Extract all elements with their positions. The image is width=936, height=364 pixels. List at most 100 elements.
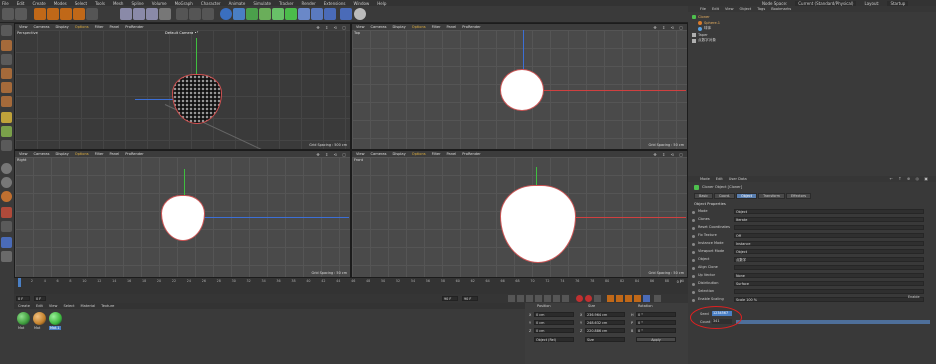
menu-select[interactable]: Select [75, 1, 87, 6]
position-z-field[interactable]: 0 cm [534, 328, 574, 333]
menu-tracker[interactable]: Tracker [279, 1, 293, 6]
environment-icon[interactable] [298, 8, 310, 20]
menu-extensions[interactable]: Extensions [324, 1, 346, 6]
menu-edit[interactable]: Edit [17, 1, 25, 6]
tab-basic[interactable]: Basic [694, 193, 713, 199]
position-y-field[interactable]: 0 cm [534, 320, 574, 325]
cube-icon[interactable] [220, 8, 232, 20]
material-menu-material[interactable]: Material [81, 304, 96, 308]
menu-simulate[interactable]: Simulate [253, 1, 271, 6]
key-param-icon[interactable] [634, 295, 641, 302]
record-icon[interactable] [576, 295, 583, 302]
point-mode-icon[interactable] [1, 68, 12, 79]
material-menu-create[interactable]: Create [18, 304, 30, 308]
vp-menu-display[interactable]: Display [56, 152, 69, 156]
timeline-playhead[interactable] [18, 278, 21, 287]
vp-menu-cameras[interactable]: Cameras [371, 152, 387, 156]
attr-row-value[interactable]: Off [734, 233, 924, 238]
vp-menu-cameras[interactable]: Cameras [34, 25, 50, 29]
vp-menu-view[interactable]: View [19, 152, 28, 156]
vp-menu-cameras[interactable]: Cameras [371, 25, 387, 29]
axis-mode-icon[interactable] [1, 126, 12, 137]
live-selection-icon[interactable] [34, 8, 46, 20]
menu-tools[interactable]: Tools [95, 1, 105, 6]
vp-menu-options[interactable]: Options [412, 152, 426, 156]
vp-menu-cameras[interactable]: Cameras [34, 152, 50, 156]
size-y-field[interactable]: 248.632 cm [585, 320, 625, 325]
key-position-icon[interactable] [607, 295, 614, 302]
om-menu-object[interactable]: Object [740, 7, 752, 11]
om-row-1[interactable]: Sphere.1 [698, 20, 932, 25]
quantize-icon[interactable] [1, 251, 12, 262]
om-menu-bookmarks[interactable]: Bookmarks [771, 7, 791, 11]
redo-icon[interactable] [15, 8, 27, 20]
size-mode-select[interactable]: Size [585, 337, 625, 342]
vp-menu-panel[interactable]: Panel [110, 152, 120, 156]
attr-row-value[interactable]: Object [734, 209, 924, 214]
model-mode-icon[interactable] [1, 40, 12, 51]
rotate-icon[interactable] [73, 8, 85, 20]
scale-icon[interactable] [60, 8, 72, 20]
subdivision-icon[interactable] [246, 8, 258, 20]
attr-row-value[interactable]: None [734, 273, 924, 278]
material-ball-3[interactable] [49, 312, 62, 325]
attr-menu-mode[interactable]: Mode [700, 177, 710, 181]
timeline-settings-icon[interactable] [654, 295, 661, 302]
recent-tools-icon[interactable] [86, 8, 98, 20]
om-menu-file[interactable]: File [700, 7, 706, 11]
node-space-select[interactable]: Current (Standard/Physical) [795, 0, 857, 6]
material-menu-texture[interactable]: Texture [101, 304, 114, 308]
uv-mode-icon[interactable] [1, 112, 12, 123]
pen-icon[interactable] [233, 8, 245, 20]
coord-mode-select[interactable]: Object (Rel) [534, 337, 574, 342]
key-scale-icon[interactable] [616, 295, 623, 302]
vp-menu-filter[interactable]: Filter [432, 25, 441, 29]
rotation-h-field[interactable]: 0 ° [636, 312, 676, 317]
play-icon[interactable] [535, 295, 542, 302]
position-x-field[interactable]: 0 cm [534, 312, 574, 317]
texture-mode-icon[interactable] [1, 54, 12, 65]
menu-spline[interactable]: Spline [131, 1, 143, 6]
rotation-p-field[interactable]: 0 ° [636, 320, 676, 325]
y-axis-icon[interactable] [133, 8, 145, 20]
tab-transform[interactable]: Transform [758, 193, 785, 199]
prev-frame-icon[interactable] [526, 295, 533, 302]
grid-view-icon[interactable] [340, 8, 352, 20]
polygon-mode-icon[interactable] [1, 96, 12, 107]
size-x-field[interactable]: 236.964 cm [585, 312, 625, 317]
viewport-right[interactable]: View Cameras Display Options Filter Pane… [14, 150, 351, 278]
vp-menu-filter[interactable]: Filter [95, 152, 104, 156]
vp-menu-view[interactable]: View [356, 25, 365, 29]
attr-row-value[interactable] [734, 225, 924, 230]
count-slider[interactable] [736, 320, 930, 324]
workplane-icon[interactable] [1, 207, 12, 218]
vp-menu-options[interactable]: Options [75, 152, 89, 156]
vp-menu-display[interactable]: Display [56, 25, 69, 29]
attribute-nav-icons[interactable]: ← ↑ ⊕ ◎ ▣ [890, 176, 930, 181]
vp-menu-options[interactable]: Options [75, 25, 89, 29]
menu-create[interactable]: Create [32, 1, 45, 6]
render-view-icon[interactable] [176, 8, 188, 20]
menu-mograph[interactable]: MoGraph [175, 1, 193, 6]
viewport-nav-icons[interactable]: ✥ ⇕ ⟲ ▢ [316, 152, 348, 157]
vp-menu-panel[interactable]: Panel [447, 152, 457, 156]
viewport-perspective[interactable]: View Cameras Display Options Filter Pane… [14, 23, 351, 150]
edge-mode-icon[interactable] [1, 82, 12, 93]
vp-menu-filter[interactable]: Filter [432, 152, 441, 156]
solo-hierarchy-icon[interactable] [1, 191, 12, 202]
material-ball-2[interactable] [33, 312, 46, 325]
attr-row-value[interactable]: Instance [734, 241, 924, 246]
viewport-nav-icons[interactable]: ✥ ⇕ ⟲ ▢ [653, 152, 685, 157]
tab-effectors[interactable]: Effectors [786, 193, 811, 199]
material-menu-view[interactable]: View [49, 304, 58, 308]
vp-menu-filter[interactable]: Filter [95, 25, 104, 29]
menu-file[interactable]: File [2, 1, 9, 6]
render-settings-icon[interactable] [202, 8, 214, 20]
menu-character[interactable]: Character [201, 1, 221, 6]
timeline[interactable]: 0246810121416182022242628303234363840424… [14, 278, 688, 294]
material-menu-edit[interactable]: Edit [36, 304, 43, 308]
vp-menu-display[interactable]: Display [393, 152, 406, 156]
camera-icon[interactable] [311, 8, 323, 20]
attr-row-value[interactable] [734, 289, 924, 294]
key-pla-icon[interactable] [643, 295, 650, 302]
